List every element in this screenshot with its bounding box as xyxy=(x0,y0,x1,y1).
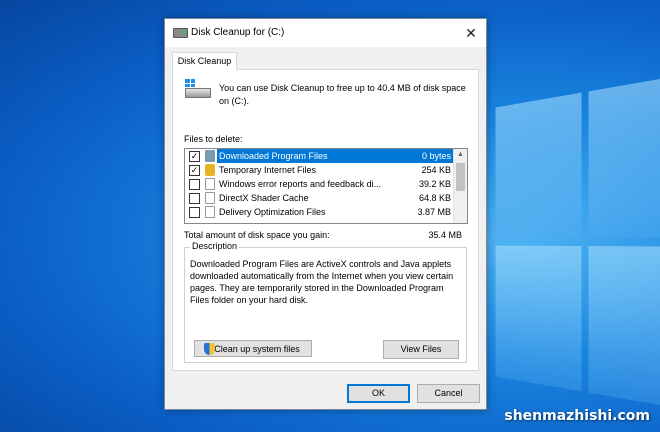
list-item[interactable]: Delivery Optimization Files 3.87 MB xyxy=(185,205,453,219)
ok-button[interactable]: OK xyxy=(347,384,410,403)
file-icon xyxy=(205,192,215,204)
tab-panel: You can use Disk Cleanup to free up to 4… xyxy=(172,69,479,371)
files-list[interactable]: ✓ Downloaded Program Files 0 bytes ✓ Tem… xyxy=(184,148,468,224)
description-title: Description xyxy=(190,241,240,251)
list-scrollbar[interactable]: ▲ xyxy=(453,149,467,223)
file-size: 254 KB xyxy=(421,165,451,175)
description-text: Downloaded Program Files are ActiveX con… xyxy=(190,259,454,305)
checkbox[interactable] xyxy=(189,193,200,204)
checkbox[interactable]: ✓ xyxy=(189,151,200,162)
scroll-up-icon[interactable]: ▲ xyxy=(454,151,467,158)
list-item[interactable]: ✓ Downloaded Program Files 0 bytes xyxy=(185,149,453,163)
uac-shield-icon xyxy=(204,343,215,355)
folder-icon xyxy=(205,150,215,162)
list-item[interactable]: Windows error reports and feedback di...… xyxy=(185,177,453,191)
checkbox[interactable] xyxy=(189,207,200,218)
disk-cleanup-dialog: Disk Cleanup for (C:) ✕ Disk Cleanup You… xyxy=(164,18,487,410)
lock-icon xyxy=(205,164,215,176)
disk-cleanup-icon xyxy=(173,28,188,38)
list-item[interactable]: ✓ Temporary Internet Files 254 KB xyxy=(185,163,453,177)
file-icon xyxy=(205,206,215,218)
windows-logo-wallpaper xyxy=(495,72,660,412)
cancel-button[interactable]: Cancel xyxy=(417,384,480,403)
tab-disk-cleanup[interactable]: Disk Cleanup xyxy=(172,52,237,70)
file-name: Delivery Optimization Files xyxy=(219,207,326,217)
file-icon xyxy=(205,178,215,190)
info-text: You can use Disk Cleanup to free up to 4… xyxy=(219,83,466,106)
drive-icon xyxy=(185,79,211,98)
total-space-value: 35.4 MB xyxy=(428,230,462,240)
view-files-button[interactable]: View Files xyxy=(383,340,459,359)
scroll-thumb[interactable] xyxy=(456,163,465,191)
file-name: Downloaded Program Files xyxy=(219,151,328,161)
button-label: Clean up system files xyxy=(214,344,300,354)
close-button[interactable]: ✕ xyxy=(456,19,486,47)
watermark: shenmazhishi.com xyxy=(504,408,650,424)
file-name: Temporary Internet Files xyxy=(219,165,317,175)
file-name: Windows error reports and feedback di... xyxy=(219,179,382,189)
file-size: 3.87 MB xyxy=(417,207,451,217)
window-title: Disk Cleanup for (C:) xyxy=(191,27,285,38)
checkbox[interactable] xyxy=(189,179,200,190)
title-bar[interactable]: Disk Cleanup for (C:) ✕ xyxy=(165,19,486,47)
file-size: 0 bytes xyxy=(421,151,451,161)
list-item[interactable]: DirectX Shader Cache 64.8 KB xyxy=(185,191,453,205)
file-size: 64.8 KB xyxy=(418,193,451,203)
total-space-label: Total amount of disk space you gain: xyxy=(184,230,330,240)
file-size: 39.2 KB xyxy=(418,179,451,189)
file-name: DirectX Shader Cache xyxy=(219,193,309,203)
files-to-delete-label: Files to delete: xyxy=(184,134,243,144)
clean-up-system-files-button[interactable]: Clean up system files xyxy=(194,340,312,357)
checkbox[interactable]: ✓ xyxy=(189,165,200,176)
